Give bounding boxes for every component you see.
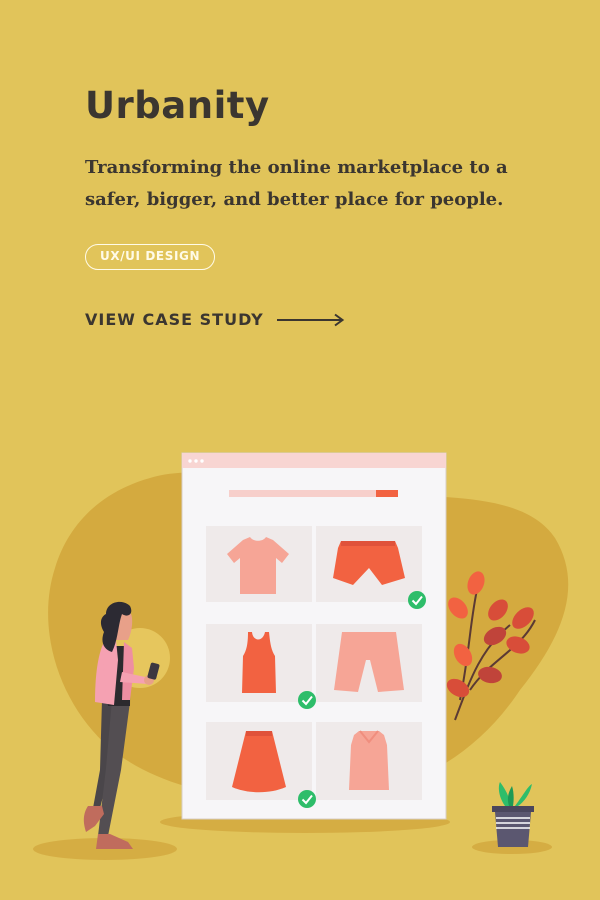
window-dot xyxy=(194,459,198,463)
page-subtitle: Transforming the online marketplace to a… xyxy=(85,157,508,210)
check-icon xyxy=(298,691,316,709)
view-case-study-link[interactable]: VIEW CASE STUDY xyxy=(85,310,346,329)
window-dot xyxy=(188,459,192,463)
blouse-icon xyxy=(349,731,389,790)
search-bar-fill xyxy=(376,490,398,497)
check-icon xyxy=(408,591,426,609)
category-tag: UX/UI DESIGN xyxy=(85,244,216,270)
arrow-right-icon xyxy=(276,313,344,326)
check-icon xyxy=(298,790,316,808)
page-title: Urbanity xyxy=(85,84,270,127)
shopping-illustration xyxy=(33,452,569,860)
window-dot xyxy=(200,459,204,463)
browser-window xyxy=(181,452,447,820)
pot-plant-icon xyxy=(492,782,534,847)
search-bar xyxy=(229,490,398,497)
view-case-study-label: VIEW CASE STUDY xyxy=(85,310,264,329)
